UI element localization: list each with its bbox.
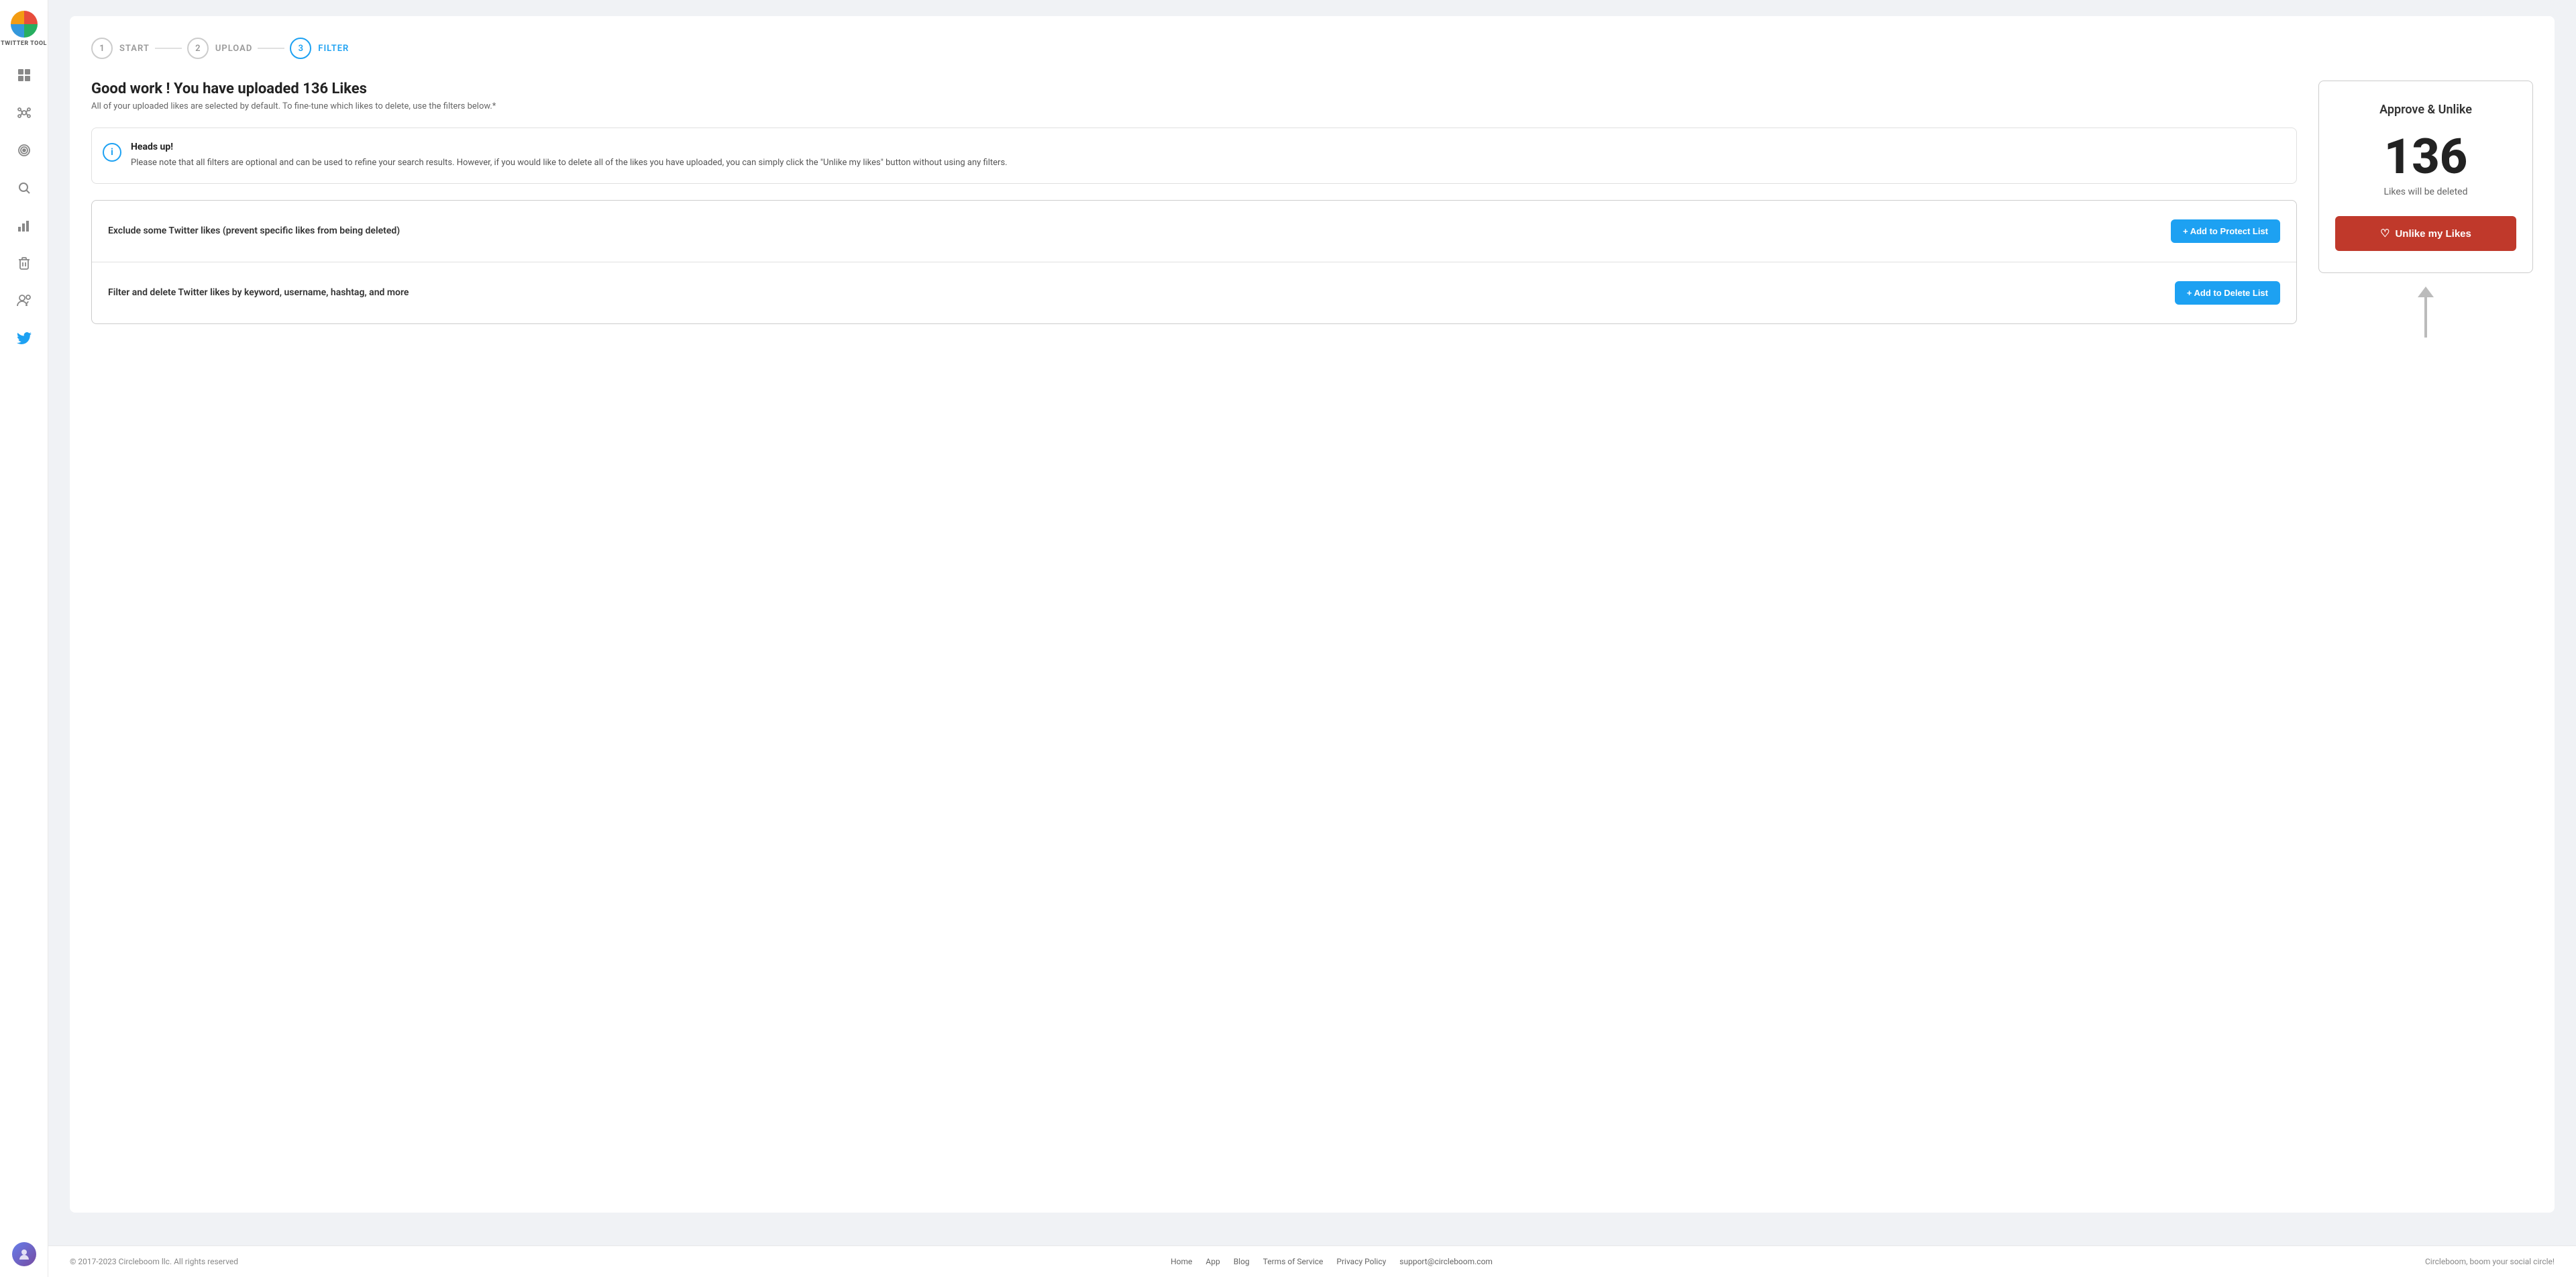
info-icon: i — [103, 143, 121, 162]
step-3-label: FILTER — [318, 44, 349, 54]
stepper: 1 START 2 UPLOAD 3 FILTER — [91, 38, 2533, 59]
arrow-line — [2424, 297, 2427, 338]
users-icon[interactable] — [12, 289, 36, 313]
info-text: Please note that all filters are optiona… — [131, 156, 1008, 170]
step-divider-1 — [155, 48, 182, 49]
page-subtitle: All of your uploaded likes are selected … — [91, 101, 2297, 111]
right-panel: Approve & Unlike 136 Likes will be delet… — [2318, 81, 2533, 338]
footer-link-email[interactable]: support@circleboom.com — [1399, 1257, 1493, 1266]
footer-link-tos[interactable]: Terms of Service — [1263, 1257, 1324, 1266]
approve-count: 136 — [2335, 133, 2516, 181]
left-panel: Good work ! You have uploaded 136 Likes … — [91, 81, 2297, 324]
footer-link-app[interactable]: App — [1205, 1257, 1220, 1266]
step-2-label: UPLOAD — [215, 44, 252, 54]
sidebar: TWITTER TOOL — [0, 0, 48, 1277]
heart-icon: ♡ — [2380, 227, 2390, 240]
page-title: Good work ! You have uploaded 136 Likes — [91, 81, 2297, 97]
logo-circle — [11, 11, 38, 38]
filter-row-protect: Exclude some Twitter likes (prevent spec… — [92, 201, 2296, 262]
main-content: 1 START 2 UPLOAD 3 FILTER — [48, 0, 2576, 1277]
step-1-label: START — [119, 44, 150, 54]
footer-links: Home App Blog Terms of Service Privacy P… — [1171, 1257, 1493, 1266]
unlike-my-likes-button[interactable]: ♡ Unlike my Likes — [2335, 216, 2516, 251]
approve-title: Approve & Unlike — [2335, 103, 2516, 117]
filter-protect-label: Exclude some Twitter likes (prevent spec… — [108, 225, 400, 236]
step-2-circle: 2 — [187, 38, 209, 59]
target-icon[interactable] — [12, 138, 36, 162]
sidebar-logo: TWITTER TOOL — [1, 11, 47, 47]
add-to-delete-list-button[interactable]: + Add to Delete List — [2175, 281, 2280, 305]
footer: © 2017-2023 Circleboom llc. All rights r… — [48, 1245, 2576, 1277]
search-icon[interactable] — [12, 176, 36, 200]
page-layout: Good work ! You have uploaded 136 Likes … — [91, 81, 2533, 338]
twitter-sidebar-icon[interactable] — [12, 326, 36, 350]
footer-tagline: Circleboom, boom your social circle! — [2425, 1257, 2555, 1266]
approve-card: Approve & Unlike 136 Likes will be delet… — [2318, 81, 2533, 273]
white-card: 1 START 2 UPLOAD 3 FILTER — [70, 16, 2555, 1213]
unlike-button-label: Unlike my Likes — [2395, 228, 2471, 240]
content-wrapper: 1 START 2 UPLOAD 3 FILTER — [48, 0, 2576, 1245]
analytics-icon[interactable] — [12, 213, 36, 238]
step-3: 3 FILTER — [290, 38, 349, 59]
step-3-circle: 3 — [290, 38, 311, 59]
delete-icon[interactable] — [12, 251, 36, 275]
filter-delete-label: Filter and delete Twitter likes by keywo… — [108, 287, 409, 298]
user-avatar[interactable] — [12, 1242, 36, 1266]
arrow-container — [2318, 287, 2533, 338]
footer-link-home[interactable]: Home — [1171, 1257, 1192, 1266]
step-1: 1 START — [91, 38, 150, 59]
dashboard-icon[interactable] — [12, 63, 36, 87]
arrow-up — [2418, 287, 2434, 338]
approve-subtitle: Likes will be deleted — [2335, 187, 2516, 197]
footer-link-blog[interactable]: Blog — [1234, 1257, 1250, 1266]
network-icon[interactable] — [12, 101, 36, 125]
info-box: i Heads up! Please note that all filters… — [91, 127, 2297, 184]
step-divider-2 — [258, 48, 284, 49]
step-2: 2 UPLOAD — [187, 38, 252, 59]
footer-link-privacy[interactable]: Privacy Policy — [1336, 1257, 1386, 1266]
sidebar-nav — [12, 63, 36, 1242]
footer-copyright: © 2017-2023 Circleboom llc. All rights r… — [70, 1257, 238, 1266]
info-content: Heads up! Please note that all filters a… — [131, 142, 1008, 170]
logo-text: TWITTER TOOL — [1, 40, 47, 47]
filter-row-delete: Filter and delete Twitter likes by keywo… — [92, 262, 2296, 323]
add-to-protect-list-button[interactable]: + Add to Protect List — [2171, 219, 2280, 243]
filter-box: Exclude some Twitter likes (prevent spec… — [91, 200, 2297, 324]
info-title: Heads up! — [131, 142, 1008, 152]
arrow-head — [2418, 287, 2434, 297]
step-1-circle: 1 — [91, 38, 113, 59]
